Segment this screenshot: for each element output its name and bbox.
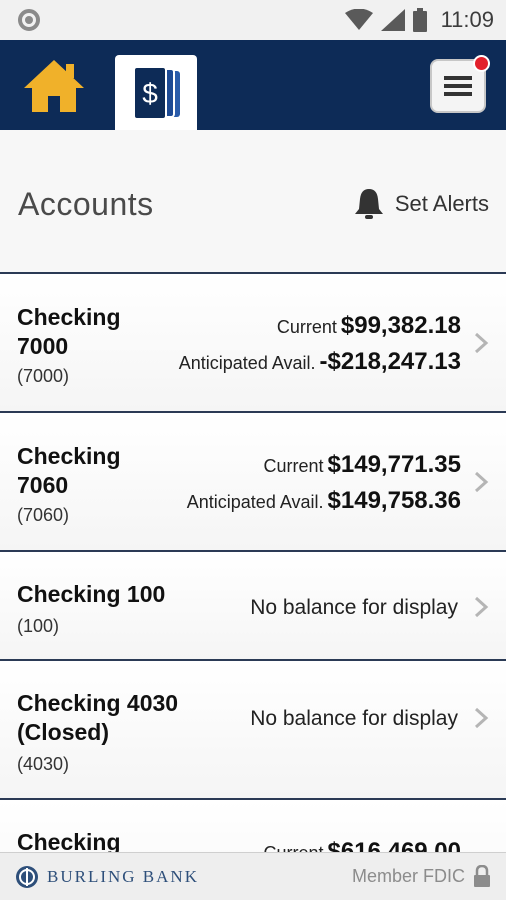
anticipated-balance: Anticipated Avail. $149,758.36	[187, 487, 461, 515]
bank-logo: BURLING BANK	[15, 865, 199, 889]
page-header: Accounts Set Alerts	[0, 130, 506, 274]
bank-logo-icon	[16, 866, 38, 888]
hamburger-menu-icon	[444, 76, 472, 96]
current-balance: Current $149,771.35	[264, 451, 462, 479]
anticipated-label: Anticipated Avail.	[178, 353, 316, 373]
account-name: Checking 7000	[17, 304, 121, 359]
dollar-cards-icon: $	[133, 65, 180, 120]
notification-dot-icon	[18, 9, 40, 31]
cell-signal-icon	[380, 9, 405, 31]
footer: BURLING BANK Member FDIC	[0, 852, 506, 900]
svg-text:$: $	[142, 78, 158, 109]
accounts-tab[interactable]: $	[115, 55, 197, 130]
account-number: (7060)	[17, 505, 70, 525]
battery-icon	[412, 8, 427, 32]
fdic-label: Member FDIC	[351, 865, 465, 886]
account-number: (7000)	[17, 366, 70, 386]
set-alerts-label: Set Alerts	[394, 191, 489, 216]
home-button[interactable]	[22, 58, 94, 116]
chevron-right-icon	[474, 596, 489, 618]
account-row-100[interactable]: Checking 100 (100) No balance for displa…	[0, 552, 506, 661]
current-value: $149,771.35	[327, 451, 461, 478]
current-label: Current	[263, 456, 324, 476]
wifi-icon	[344, 9, 373, 30]
bell-icon	[354, 189, 383, 219]
fdic-notice: Member FDIC	[352, 865, 491, 887]
status-bar: 11:09	[0, 0, 506, 40]
current-value: $99,382.18	[340, 312, 461, 339]
account-row-4030[interactable]: Checking 4030 (Closed) (4030) No balance…	[0, 661, 506, 800]
lock-icon	[474, 865, 490, 887]
chevron-right-icon	[474, 707, 489, 729]
anticipated-label: Anticipated Avail.	[186, 492, 324, 512]
account-number: (4030)	[17, 754, 70, 774]
account-row-7060[interactable]: Checking 7060 (7060) Current $149,771.35…	[0, 413, 506, 552]
account-name: Checking 7060	[17, 443, 121, 498]
anticipated-value: $149,758.36	[327, 487, 461, 514]
menu-button[interactable]	[430, 55, 490, 113]
current-balance: Current $99,382.18	[277, 312, 461, 340]
no-balance-text: No balance for display	[250, 596, 458, 619]
bank-name: BURLING BANK	[47, 867, 199, 886]
anticipated-value: -$218,247.13	[319, 348, 461, 375]
account-list: Checking 7000 (7000) Current $99,382.18 …	[0, 274, 506, 900]
page-title: Accounts	[18, 186, 154, 222]
no-balance-text: No balance for display	[250, 707, 458, 730]
account-name: Checking 4030 (Closed)	[17, 690, 179, 745]
status-time: 11:09	[440, 7, 494, 32]
notification-badge	[473, 55, 490, 72]
anticipated-balance: Anticipated Avail. -$218,247.13	[179, 348, 461, 376]
status-icons: 11:09	[344, 0, 494, 40]
chevron-right-icon	[474, 332, 489, 354]
app-header: $	[0, 40, 506, 130]
account-number: (100)	[17, 616, 60, 636]
chevron-right-icon	[474, 471, 489, 493]
home-icon	[24, 60, 84, 112]
current-label: Current	[276, 317, 337, 337]
set-alerts-button[interactable]: Set Alerts	[353, 186, 489, 222]
account-row-7000[interactable]: Checking 7000 (7000) Current $99,382.18 …	[0, 274, 506, 413]
account-name: Checking 100	[17, 581, 166, 607]
